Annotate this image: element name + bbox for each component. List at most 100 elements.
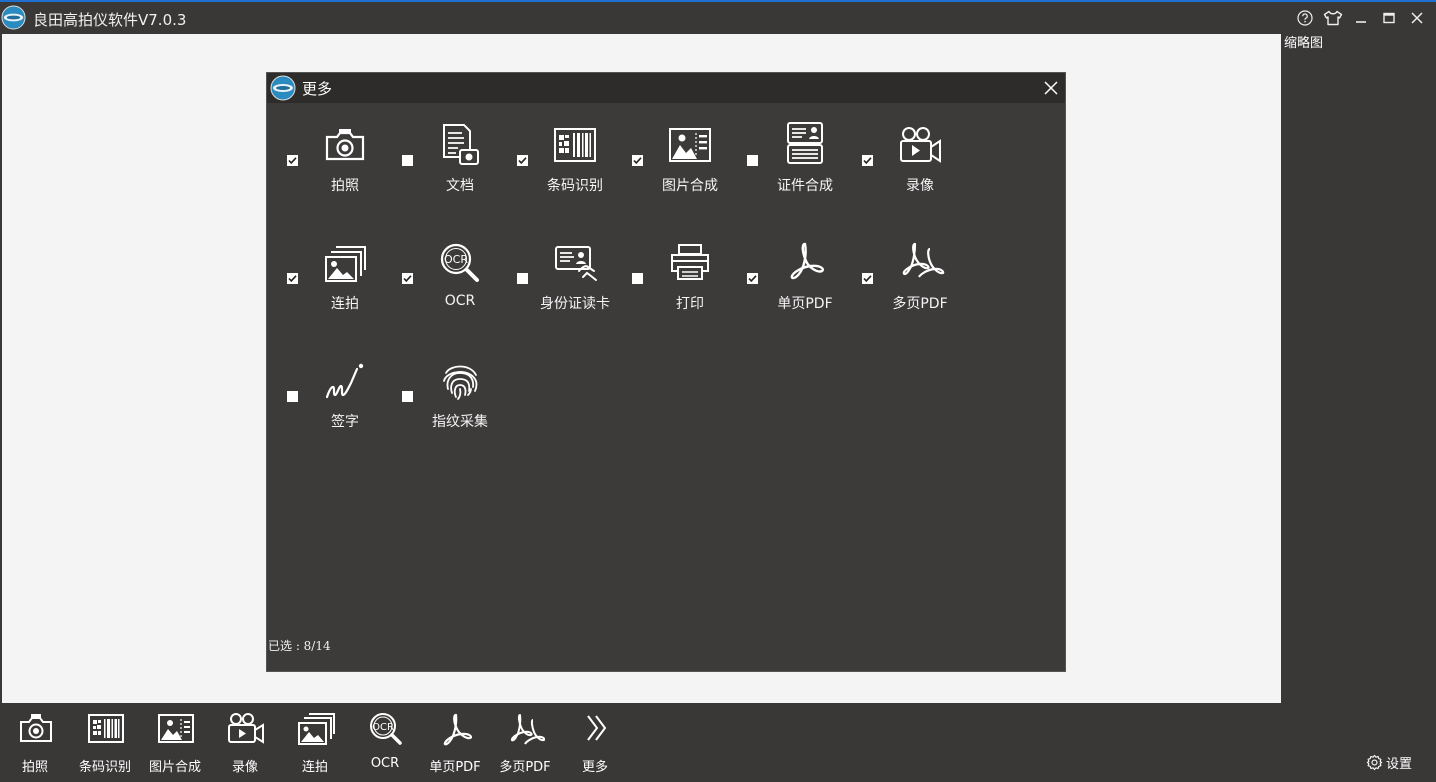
toolbar-label: OCR bbox=[370, 756, 400, 771]
pdf-icon[interactable] bbox=[783, 241, 827, 285]
more-item-signature: 签字 bbox=[273, 351, 388, 441]
item-label: 多页PDF bbox=[892, 296, 948, 312]
toolbar-button-image-merge[interactable]: 图片合成 bbox=[140, 708, 210, 775]
toolbar-button-multi-pdf[interactable]: 多页PDF bbox=[490, 708, 560, 775]
thumbnail-panel[interactable]: 缩略图 bbox=[1282, 34, 1436, 704]
more-item-document: 文档 bbox=[388, 115, 503, 205]
video-camera-icon bbox=[228, 713, 264, 744]
toolbar-label: 拍照 bbox=[21, 760, 48, 775]
more-item-print: 打印 bbox=[618, 233, 733, 323]
gear-icon bbox=[1366, 754, 1383, 770]
item-label: 证件合成 bbox=[777, 178, 833, 194]
toolbar-button-ocr[interactable]: OCR OCR bbox=[350, 708, 420, 774]
item-checkbox[interactable] bbox=[747, 273, 758, 284]
multi-pdf-icon bbox=[510, 714, 545, 745]
more-dialog: 更多 拍照 文档 条码识别 图片合成 证件合成 录像 连拍 OCR OCR 身份… bbox=[266, 72, 1066, 672]
more-item-video: 录像 bbox=[848, 115, 963, 205]
help-button[interactable] bbox=[1294, 8, 1316, 28]
svg-text:OCR: OCR bbox=[444, 253, 468, 266]
toolbar-label: 单页PDF bbox=[429, 760, 481, 775]
checkmark-icon bbox=[748, 275, 757, 283]
camera-icon[interactable] bbox=[323, 123, 367, 167]
item-label: 连拍 bbox=[331, 296, 359, 312]
item-checkbox[interactable] bbox=[402, 155, 413, 166]
multi-pdf-icon[interactable] bbox=[892, 241, 950, 285]
window-controls bbox=[1294, 8, 1428, 28]
more-item-capture: 拍照 bbox=[273, 115, 388, 205]
toolbar-label: 录像 bbox=[231, 760, 258, 775]
item-checkbox[interactable] bbox=[287, 391, 298, 402]
item-checkbox[interactable] bbox=[862, 155, 873, 166]
more-item-fingerprint: 指纹采集 bbox=[388, 351, 503, 441]
more-item-id-card-reader: 身份证读卡 bbox=[503, 233, 618, 323]
id-merge-icon[interactable] bbox=[783, 117, 827, 169]
item-label: 录像 bbox=[906, 178, 934, 194]
video-camera-icon[interactable] bbox=[898, 123, 942, 167]
printer-icon[interactable] bbox=[668, 241, 712, 285]
close-button[interactable] bbox=[1406, 8, 1428, 28]
item-checkbox[interactable] bbox=[287, 155, 298, 166]
selection-status: 已选 : 8/14 bbox=[268, 639, 331, 653]
item-checkbox[interactable] bbox=[632, 273, 643, 284]
svg-text:OCR: OCR bbox=[372, 722, 394, 733]
skin-button[interactable] bbox=[1322, 8, 1344, 28]
item-checkbox[interactable] bbox=[517, 155, 528, 166]
item-label: 签字 bbox=[331, 414, 359, 430]
thumbnail-label: 缩略图 bbox=[1284, 36, 1324, 51]
item-label: 拍照 bbox=[331, 178, 359, 194]
item-checkbox[interactable] bbox=[517, 273, 528, 284]
item-label: 图片合成 bbox=[662, 178, 718, 194]
settings-button[interactable]: 设置 bbox=[1366, 752, 1412, 772]
close-icon[interactable] bbox=[1042, 79, 1060, 97]
ocr-icon[interactable]: OCR bbox=[438, 241, 482, 285]
toolbar-label: 更多 bbox=[581, 760, 608, 775]
minimize-icon bbox=[1356, 21, 1366, 23]
ocr-icon: OCR bbox=[370, 713, 402, 745]
minimize-button[interactable] bbox=[1350, 8, 1372, 28]
title-bar: 良田高拍仪软件V7.0.3 bbox=[0, 2, 1436, 34]
document-camera-icon[interactable] bbox=[438, 123, 482, 167]
toolbar-button-video[interactable]: 录像 bbox=[210, 708, 280, 775]
checkmark-icon bbox=[403, 275, 412, 283]
image-merge-icon[interactable] bbox=[668, 123, 712, 167]
maximize-button[interactable] bbox=[1378, 8, 1400, 28]
item-label: 身份证读卡 bbox=[540, 296, 610, 312]
burst-icon bbox=[298, 713, 335, 745]
signature-icon[interactable] bbox=[323, 359, 367, 403]
item-checkbox[interactable] bbox=[747, 155, 758, 166]
item-checkbox[interactable] bbox=[402, 391, 413, 402]
fingerprint-icon[interactable] bbox=[438, 359, 482, 403]
dialog-header[interactable]: 更多 bbox=[267, 73, 1065, 103]
more-item-multi-pdf: 多页PDF bbox=[848, 233, 963, 323]
item-label: OCR bbox=[444, 293, 476, 309]
item-checkbox[interactable] bbox=[862, 273, 873, 284]
toolbar-label: 图片合成 bbox=[148, 760, 201, 775]
item-label: 单页PDF bbox=[777, 296, 833, 312]
item-checkbox[interactable] bbox=[402, 273, 413, 284]
checkmark-icon bbox=[518, 157, 527, 165]
toolbar-button-burst[interactable]: 连拍 bbox=[280, 708, 350, 775]
more-item-barcode: 条码识别 bbox=[503, 115, 618, 205]
bottom-toolbar: 拍照 条码识别 图片合成 录像 连拍 OCR OCR 单页PDF 多页PDF 更… bbox=[0, 704, 1436, 782]
chevron-right-double-icon bbox=[587, 715, 607, 741]
settings-label: 设置 bbox=[1386, 756, 1413, 772]
item-label: 打印 bbox=[676, 296, 704, 312]
toolbar-button-barcode[interactable]: 条码识别 bbox=[70, 708, 140, 775]
item-checkbox[interactable] bbox=[287, 273, 298, 284]
checkmark-icon bbox=[288, 157, 297, 165]
toolbar-button-capture[interactable]: 拍照 bbox=[0, 708, 70, 775]
checkmark-icon bbox=[863, 275, 872, 283]
item-checkbox[interactable] bbox=[632, 155, 643, 166]
burst-icon[interactable] bbox=[323, 241, 367, 285]
id-card-reader-icon[interactable] bbox=[545, 241, 605, 285]
toolbar-label: 多页PDF bbox=[499, 760, 551, 775]
toolbar-button-single-pdf[interactable]: 单页PDF bbox=[420, 708, 490, 775]
checkmark-icon bbox=[633, 157, 642, 165]
toolbar-label: 连拍 bbox=[301, 760, 328, 775]
more-item-single-pdf: 单页PDF bbox=[733, 233, 848, 323]
toolbar-button-more[interactable]: 更多 bbox=[560, 708, 630, 775]
close-icon bbox=[1411, 12, 1423, 24]
item-label: 条码识别 bbox=[547, 178, 603, 194]
barcode-icon[interactable] bbox=[553, 123, 597, 167]
skin-icon bbox=[1323, 10, 1343, 26]
